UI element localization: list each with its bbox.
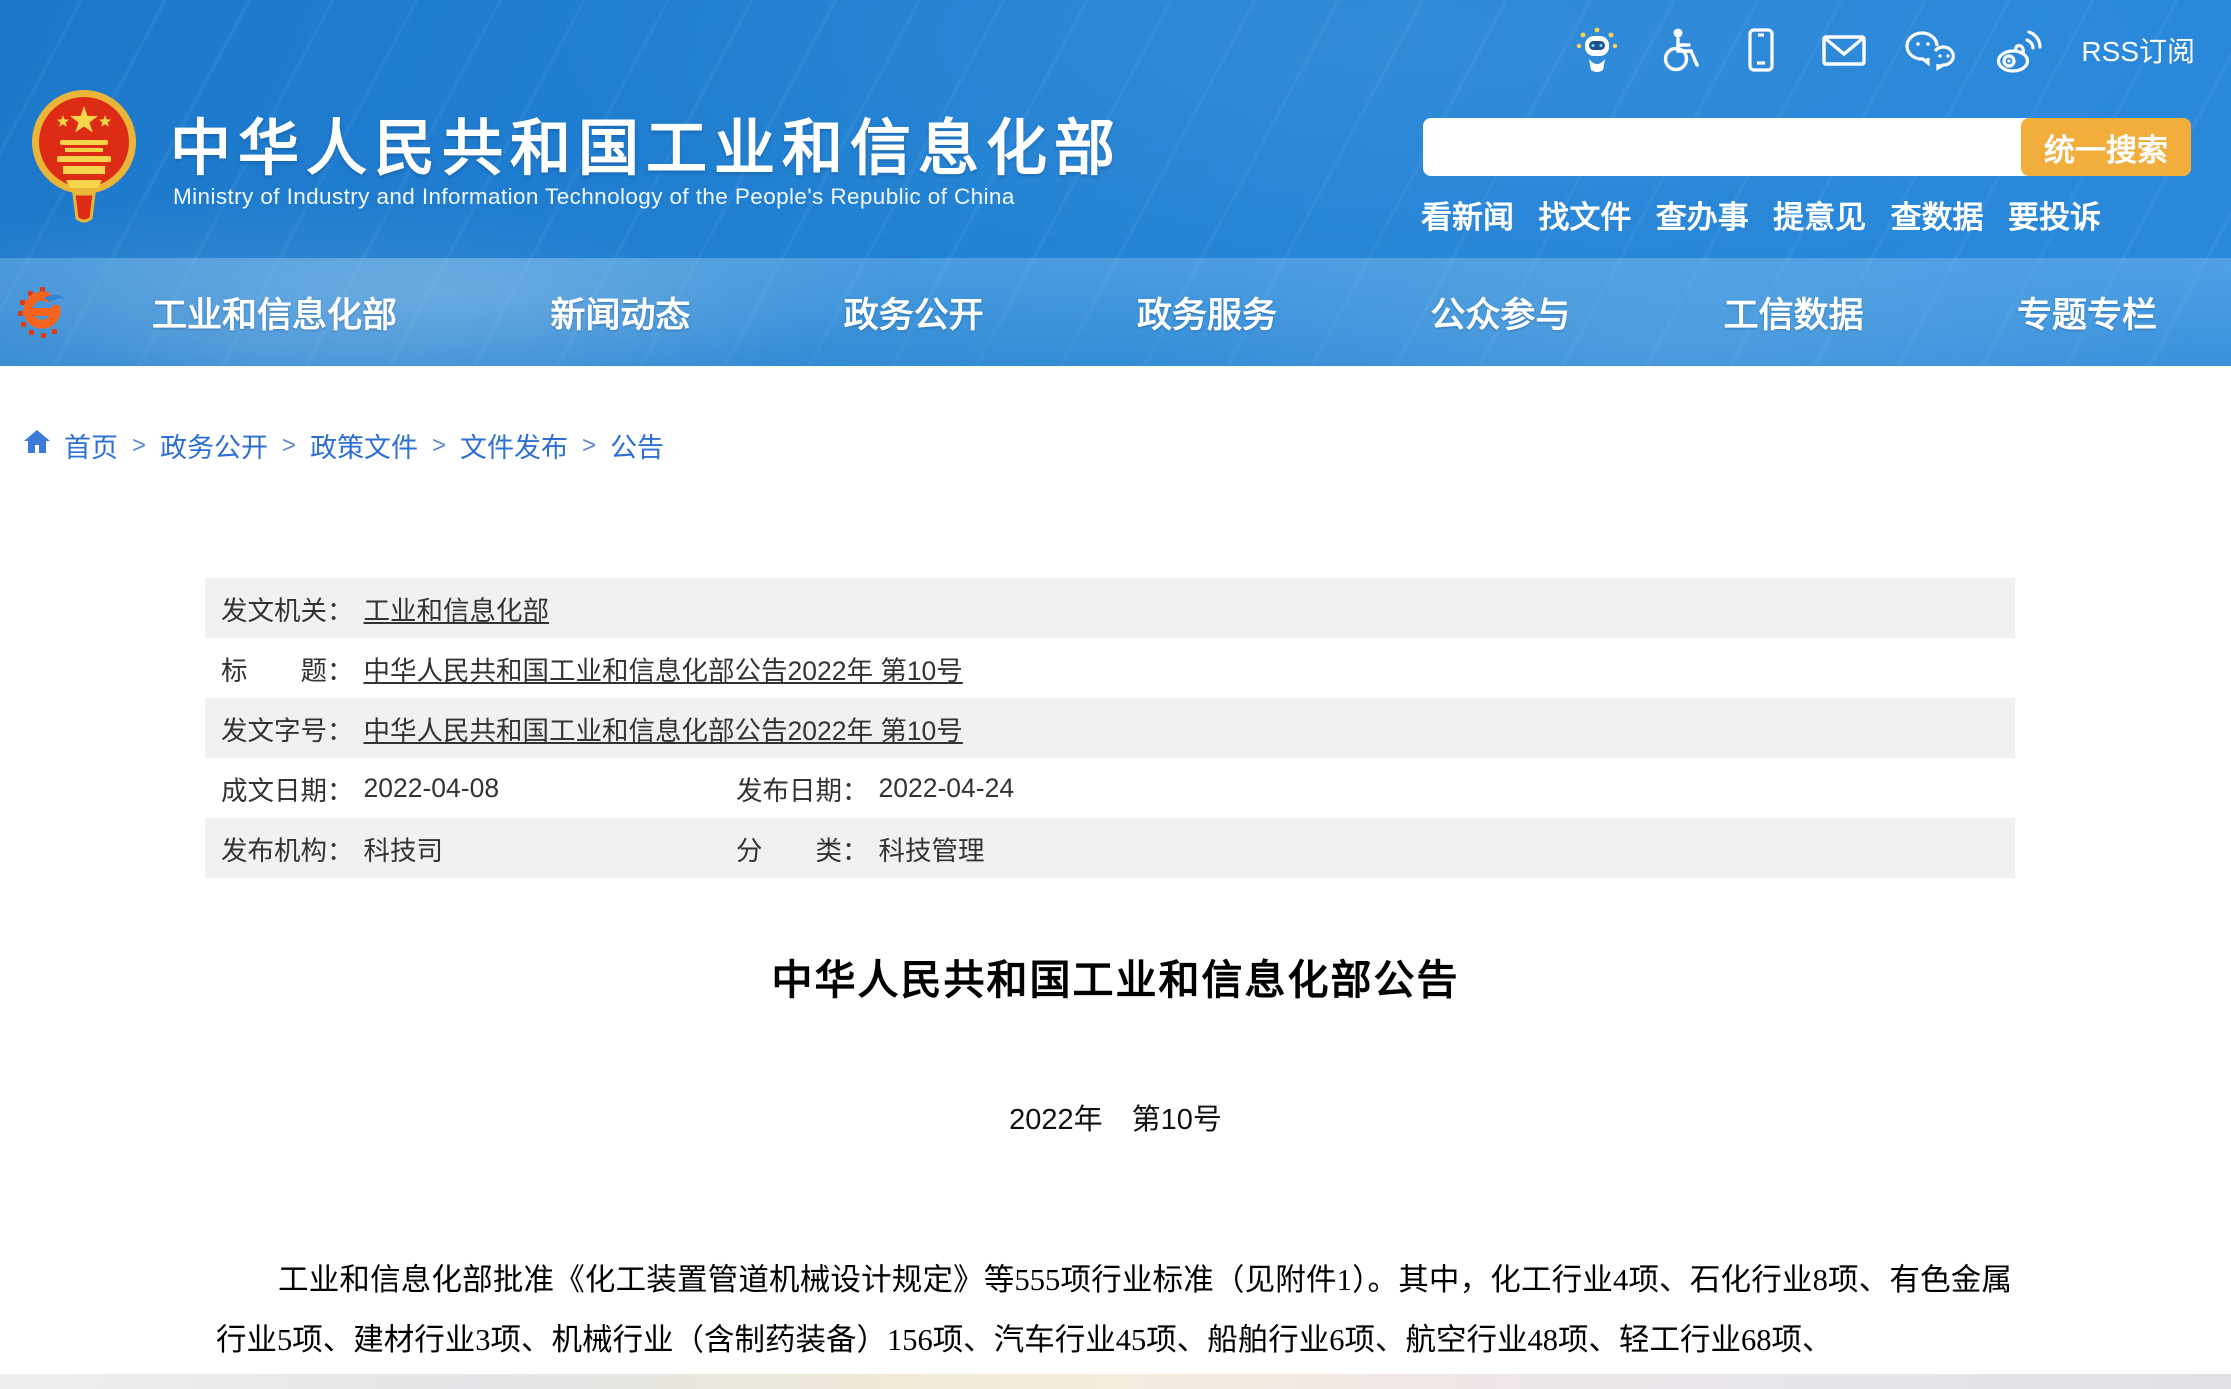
meta-row-publisher-category: 发布机构： 科技司 分 类： 科技管理 xyxy=(205,818,2015,878)
meta-value-issuing-agency[interactable]: 工业和信息化部 xyxy=(364,589,550,628)
weibo-icon[interactable] xyxy=(1993,26,2045,74)
meta-label: 标 题： xyxy=(221,655,354,686)
unified-search-input[interactable] xyxy=(1423,118,2003,176)
breadcrumb-policy-files[interactable]: 政策文件 xyxy=(310,426,418,465)
meta-value-publish-date: 2022-04-24 xyxy=(878,772,1015,803)
unified-search-bar: 统一搜索 xyxy=(1423,118,2191,176)
mail-icon[interactable] xyxy=(1819,26,1869,74)
breadcrumb-separator: > xyxy=(432,431,447,459)
robot-assistant-icon[interactable] xyxy=(1573,26,1621,74)
meta-label: 发布机构： xyxy=(221,835,354,866)
nav-item-gov-services[interactable]: 政务服务 xyxy=(1137,287,1277,338)
ministry-subtitle-en: Ministry of Industry and Information Tec… xyxy=(173,184,1015,209)
accessibility-icon[interactable] xyxy=(1657,26,1703,74)
wechat-icon[interactable] xyxy=(1905,26,1957,74)
breadcrumb-separator: > xyxy=(282,431,297,459)
unified-search-button[interactable]: 统一搜索 xyxy=(2021,118,2191,176)
header-utility-icons: RSS订阅 xyxy=(1573,26,2195,74)
national-emblem-logo xyxy=(30,84,138,235)
main-navbar: 工业和信息化部 新闻动态 政务公开 政务服务 公众参与 工信数据 专题专栏 xyxy=(0,258,2231,366)
nav-items: 工业和信息化部 新闻动态 政务公开 政务服务 公众参与 工信数据 专题专栏 xyxy=(152,258,2157,366)
meta-value-written-date: 2022-04-08 xyxy=(363,772,500,803)
announcement-issue-number: 2022年 第10号 xyxy=(1009,1104,1222,1136)
breadcrumb-gov-info[interactable]: 政务公开 xyxy=(160,426,268,465)
nav-item-gov-info[interactable]: 政务公开 xyxy=(844,287,984,338)
quick-link-documents[interactable]: 找文件 xyxy=(1538,192,1631,237)
meta-row-dates: 成文日期： 2022-04-08 发布日期： 2022-04-24 xyxy=(205,758,2015,818)
meta-value-title[interactable]: 中华人民共和国工业和信息化部公告2022年 第10号 xyxy=(364,649,963,688)
meta-value-category: 科技管理 xyxy=(878,835,985,866)
breadcrumb-file-release[interactable]: 文件发布 xyxy=(460,426,568,465)
breadcrumb: 首页 > 政务公开 > 政策文件 > 文件发布 > 公告 xyxy=(22,426,664,465)
nav-item-miit[interactable]: 工业和信息化部 xyxy=(152,287,397,338)
nav-item-special-topics[interactable]: 专题专栏 xyxy=(2017,287,2157,338)
document-meta-table: 发文机关： 工业和信息化部 标 题： 中华人民共和国工业和信息化部公告2022年… xyxy=(205,578,2015,878)
breadcrumb-separator: > xyxy=(582,431,597,459)
breadcrumb-separator: > xyxy=(132,431,147,459)
announcement-body-paragraph: 工业和信息化部批准《化工装置管道机械设计规定》等555项行业标准（见附件1）。其… xyxy=(216,1263,2012,1357)
meta-label: 分 类： xyxy=(736,835,869,866)
home-icon[interactable] xyxy=(22,427,52,464)
announcement-title: 中华人民共和国工业和信息化部公告 xyxy=(771,957,1460,1003)
breadcrumb-announcement[interactable]: 公告 xyxy=(610,426,664,465)
header-quick-links: 看新闻 找文件 查办事 提意见 查数据 要投诉 xyxy=(1421,192,2101,237)
next-section-edge xyxy=(0,1374,2231,1389)
quick-link-suggestions[interactable]: 提意见 xyxy=(1773,192,1866,237)
rss-subscribe-link[interactable]: RSS订阅 xyxy=(2081,30,2195,70)
miit-e-logo-icon xyxy=(16,284,70,343)
meta-label: 发布日期： xyxy=(736,775,869,806)
meta-row-title: 标 题： 中华人民共和国工业和信息化部公告2022年 第10号 xyxy=(205,638,2015,698)
meta-label: 发文字号： xyxy=(221,715,354,746)
nav-item-public-participation[interactable]: 公众参与 xyxy=(1430,287,1570,338)
ministry-title: 中华人民共和国工业和信息化部 xyxy=(170,114,1123,182)
quick-link-data[interactable]: 查数据 xyxy=(1891,192,1984,237)
meta-value-document-number[interactable]: 中华人民共和国工业和信息化部公告2022年 第10号 xyxy=(364,709,963,748)
meta-row-issuing-agency: 发文机关： 工业和信息化部 xyxy=(205,578,2015,638)
quick-link-complaints[interactable]: 要投诉 xyxy=(2008,192,2101,237)
site-header: RSS订阅 中华人民共和国工业和信息化部 Ministry of Industr… xyxy=(0,0,2231,366)
mobile-icon[interactable] xyxy=(1739,26,1783,74)
miit-gov-page: RSS订阅 中华人民共和国工业和信息化部 Ministry of Industr… xyxy=(0,0,2231,1389)
meta-label: 成文日期： xyxy=(221,775,354,806)
meta-label: 发文机关： xyxy=(221,595,354,626)
meta-row-document-number: 发文字号： 中华人民共和国工业和信息化部公告2022年 第10号 xyxy=(205,698,2015,758)
quick-link-services[interactable]: 查办事 xyxy=(1656,192,1749,237)
quick-link-news[interactable]: 看新闻 xyxy=(1421,192,1514,237)
meta-value-publishing-org: 科技司 xyxy=(363,835,444,866)
nav-item-it-data[interactable]: 工信数据 xyxy=(1724,287,1864,338)
breadcrumb-home[interactable]: 首页 xyxy=(64,426,118,465)
nav-item-news[interactable]: 新闻动态 xyxy=(550,287,690,338)
